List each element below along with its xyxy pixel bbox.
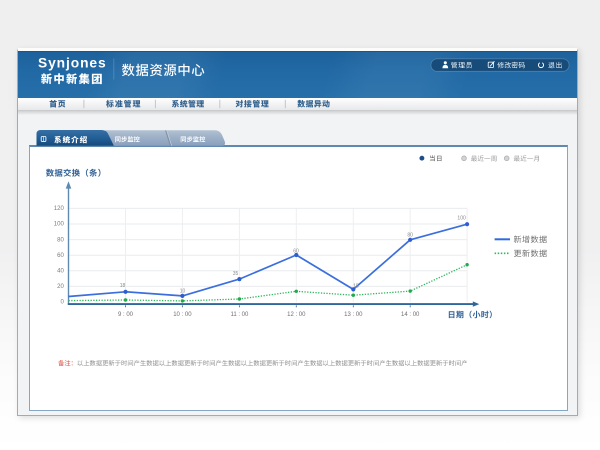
svg-text:40: 40 [57,269,64,275]
svg-text:60: 60 [57,253,64,259]
svg-text:60: 60 [293,249,299,255]
svg-text:13 : 00: 13 : 00 [344,312,363,318]
svg-text:Synjones: Synjones [38,56,107,71]
svg-text:11 : 00: 11 : 00 [230,312,249,318]
svg-text:9 : 00: 9 : 00 [118,312,134,318]
svg-text:12 : 00: 12 : 00 [287,312,306,318]
svg-text:20: 20 [57,284,64,290]
svg-text:18: 18 [120,283,126,289]
svg-text:35: 35 [233,271,239,277]
svg-text:100: 100 [54,222,65,228]
svg-text:120: 120 [54,206,65,212]
svg-text:15: 15 [353,283,359,289]
svg-text:14 : 00: 14 : 00 [401,312,420,318]
svg-text:0: 0 [60,300,64,306]
svg-text:100: 100 [457,216,466,222]
svg-text:10 : 00: 10 : 00 [173,312,192,318]
svg-text:10: 10 [180,288,186,294]
svg-text:80: 80 [57,237,64,243]
svg-text:80: 80 [407,233,413,239]
